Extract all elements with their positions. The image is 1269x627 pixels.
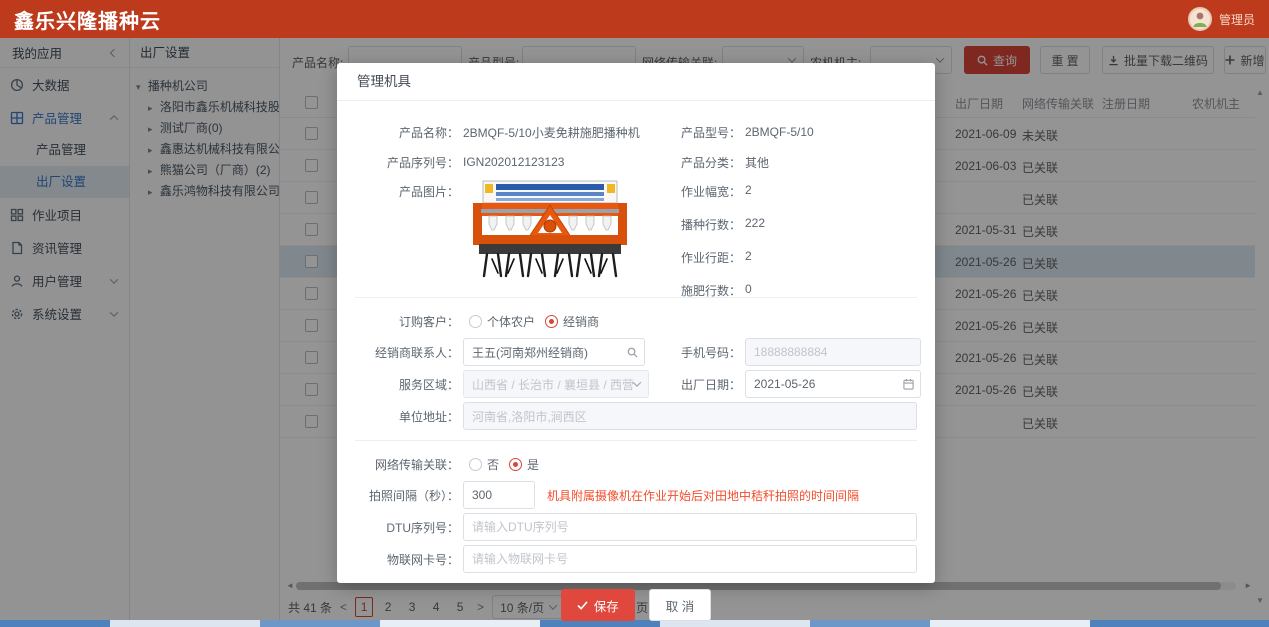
category-label: 产品分类：	[663, 154, 741, 171]
save-button-label: 保存	[594, 596, 619, 615]
dealer-contact-input[interactable]	[463, 338, 645, 366]
serial-label: 产品序列号：	[355, 154, 459, 171]
region-value: 山西省 / 长治市 / 襄垣县 / 西营镇	[472, 376, 634, 393]
radio-label: 是	[527, 456, 539, 473]
manage-machine-modal: 管理机具 产品名称： 2BMQF-5/10小麦免耕施肥播种机 产品型号： 2BM…	[337, 63, 935, 583]
chevron-down-icon	[633, 378, 641, 386]
factory-date-label: 出厂日期：	[663, 376, 741, 393]
taskbar-edge	[0, 620, 1269, 627]
divider	[355, 440, 917, 441]
seed-rows-value: 222	[745, 216, 765, 230]
address-input	[463, 402, 917, 430]
dealer-label: 经销商联系人：	[355, 344, 459, 361]
person-icon	[1190, 9, 1210, 29]
modal-title: 管理机具	[337, 63, 935, 101]
row-spacing-value: 2	[745, 249, 752, 263]
radio-icon[interactable]	[469, 315, 482, 328]
region-select: 山西省 / 长治市 / 襄垣县 / 西营镇	[463, 370, 649, 398]
interval-hint: 机具附属摄像机在作业开始后对田地中秸秆拍照的时间间隔	[547, 487, 859, 504]
radio-dealer[interactable]: 经销商	[545, 313, 599, 330]
cancel-button-label: 取 消	[666, 600, 694, 614]
app-header: 鑫乐兴隆播种云 管理员	[0, 0, 1269, 38]
serial-value: IGN202012123123	[463, 155, 564, 169]
radio-label: 否	[487, 456, 499, 473]
cancel-button[interactable]: 取 消	[649, 589, 711, 621]
radio-label: 个体农户	[487, 313, 535, 330]
iot-input[interactable]	[463, 545, 917, 573]
radio-network-no[interactable]: 否	[469, 456, 499, 473]
factory-date-input[interactable]	[745, 370, 921, 398]
fert-rows-label: 施肥行数：	[663, 282, 741, 299]
image-label: 产品图片：	[355, 183, 459, 200]
radio-icon[interactable]	[469, 458, 482, 471]
interval-label: 拍照间隔（秒）：	[355, 487, 459, 504]
network-label: 网络传输关联：	[355, 456, 459, 473]
model-value: 2BMQF-5/10	[745, 125, 814, 139]
product-name-label: 产品名称：	[355, 124, 459, 141]
region-label: 服务区域：	[355, 376, 459, 393]
save-button[interactable]: 保存	[561, 589, 635, 621]
address-label: 单位地址：	[355, 408, 459, 425]
product-image	[465, 179, 635, 283]
calendar-icon[interactable]	[903, 378, 914, 390]
user-menu[interactable]: 管理员	[1188, 7, 1255, 31]
phone-input	[745, 338, 921, 366]
radio-selected-icon[interactable]	[545, 315, 558, 328]
divider	[355, 297, 917, 298]
work-width-value: 2	[745, 183, 752, 197]
category-value: 其他	[745, 154, 769, 171]
radio-label: 经销商	[563, 313, 599, 330]
check-icon	[577, 601, 588, 610]
avatar	[1188, 7, 1212, 31]
interval-input[interactable]	[463, 481, 535, 509]
iot-label: 物联网卡号：	[355, 551, 459, 568]
radio-network-yes[interactable]: 是	[509, 456, 539, 473]
radio-individual[interactable]: 个体农户	[469, 313, 535, 330]
app-title: 鑫乐兴隆播种云	[14, 5, 161, 34]
model-label: 产品型号：	[663, 124, 741, 141]
row-spacing-label: 作业行距：	[663, 249, 741, 266]
search-icon[interactable]	[627, 347, 638, 358]
work-width-label: 作业幅宽：	[663, 183, 741, 200]
dtu-label: DTU序列号：	[355, 519, 459, 536]
radio-selected-icon[interactable]	[509, 458, 522, 471]
product-name-value: 2BMQF-5/10小麦免耕施肥播种机	[463, 124, 640, 141]
customer-label: 订购客户：	[355, 313, 459, 330]
dtu-input[interactable]	[463, 513, 917, 541]
seed-rows-label: 播种行数：	[663, 216, 741, 233]
user-label: 管理员	[1219, 11, 1255, 28]
fert-rows-value: 0	[745, 282, 752, 296]
phone-label: 手机号码：	[663, 344, 741, 361]
